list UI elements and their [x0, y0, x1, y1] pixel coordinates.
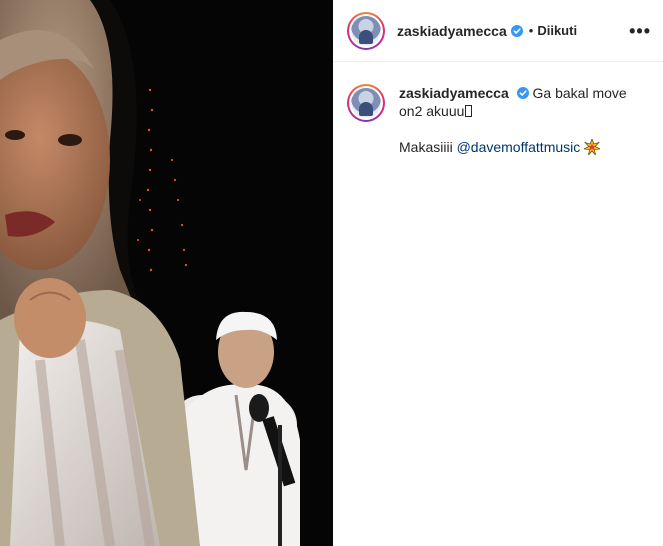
post-media[interactable] [0, 0, 333, 546]
caption-avatar-image [351, 88, 381, 118]
avatar-image [351, 15, 381, 46]
more-options-icon[interactable]: ••• [629, 22, 651, 40]
avatar[interactable] [347, 11, 385, 50]
caption-avatar[interactable] [347, 84, 385, 122]
caption-body: zaskiadyamecca Ga bakal move on2 akuuu M… [399, 84, 629, 156]
video-frame [0, 0, 333, 546]
post-header: zaskiadyamecca • Diikuti ••• [333, 0, 663, 62]
caption-thanks-text: Makasiiii [399, 139, 457, 155]
missing-glyph-icon [465, 105, 473, 117]
post-sidebar: zaskiadyamecca • Diikuti ••• zaskiadyame… [333, 0, 663, 546]
collision-emoji-icon [584, 139, 601, 155]
avatar-border [349, 13, 383, 48]
caption-verified-badge-icon [516, 87, 529, 99]
mention-link[interactable]: @davemoffattmusic [457, 139, 581, 155]
header-username[interactable]: zaskiadyamecca [397, 23, 507, 39]
follow-status-button[interactable]: Diikuti [537, 23, 577, 38]
caption-avatar-border [349, 86, 383, 120]
post-caption: zaskiadyamecca Ga bakal move on2 akuuu M… [333, 62, 663, 156]
caption-line-1: zaskiadyamecca Ga bakal move on2 akuuu [399, 84, 629, 120]
verified-badge-icon [510, 24, 523, 37]
caption-username[interactable]: zaskiadyamecca [399, 85, 509, 101]
caption-line-2: Makasiiii @davemoffattmusic [399, 138, 629, 156]
separator-dot: • [528, 23, 534, 38]
instagram-post: zaskiadyamecca • Diikuti ••• zaskiadyame… [0, 0, 663, 546]
